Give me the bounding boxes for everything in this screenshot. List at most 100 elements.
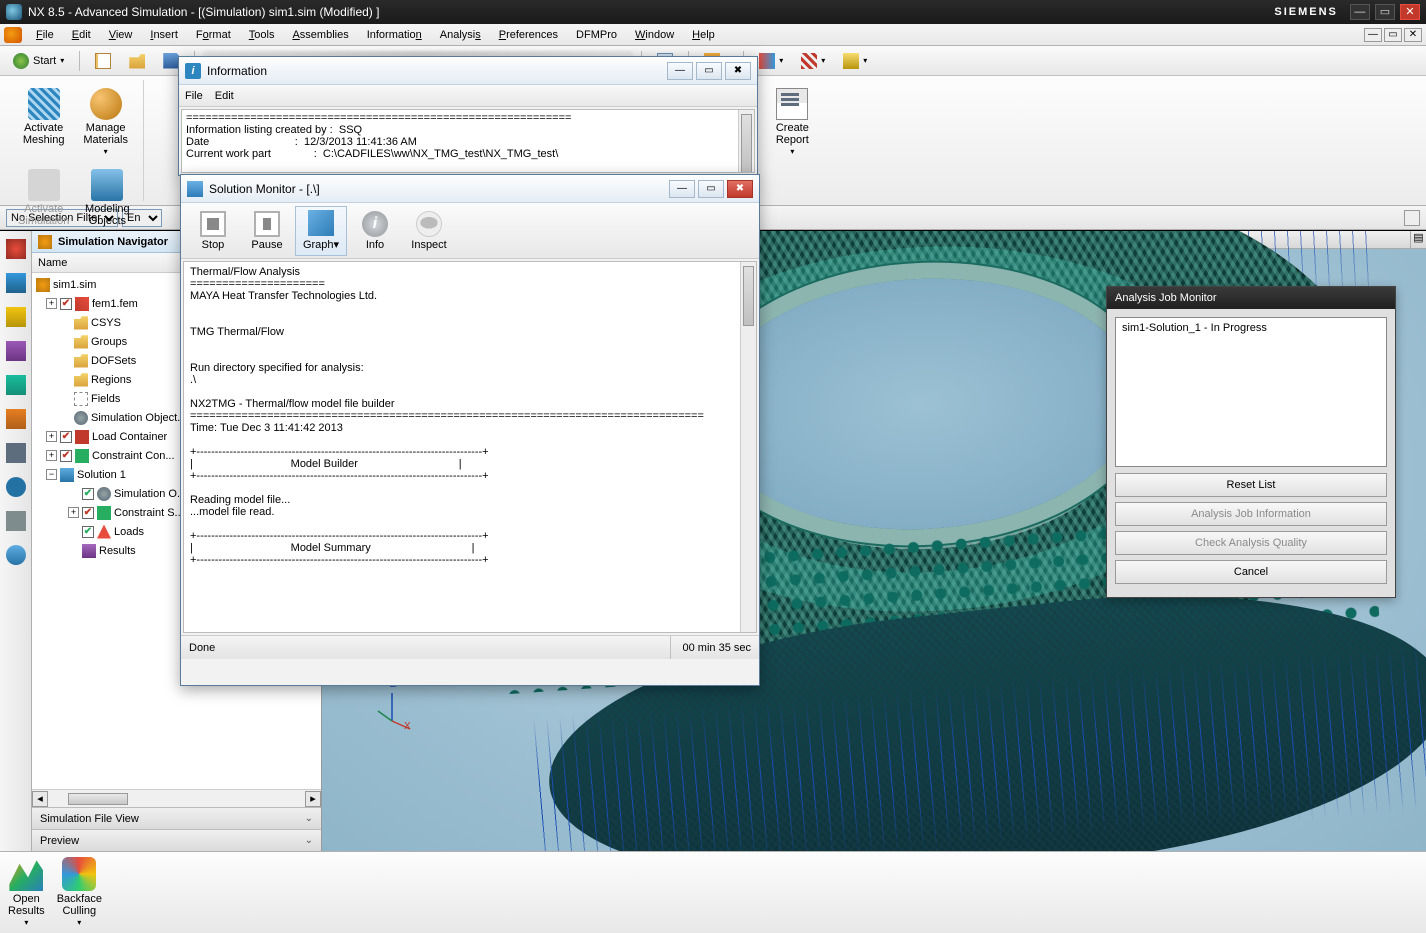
- open-button[interactable]: [122, 50, 152, 72]
- window-close-button[interactable]: ✕: [1400, 4, 1420, 20]
- information-window[interactable]: i Information — ▭ ✖ File Edit ==========…: [178, 56, 758, 176]
- measure-icon: [801, 53, 817, 69]
- status-left: Done: [189, 642, 215, 654]
- info-vscrollbar[interactable]: [738, 110, 754, 172]
- menu-help[interactable]: Help: [684, 27, 723, 43]
- navigator-title: Simulation Navigator: [58, 236, 168, 248]
- solmon-minimize-button[interactable]: —: [669, 180, 695, 198]
- status-elapsed-time: 00 min 35 sec: [670, 636, 751, 659]
- resource-icon-4[interactable]: [6, 341, 26, 361]
- mdi-restore-button[interactable]: ▭: [1384, 28, 1402, 42]
- start-menu-button[interactable]: Start▾: [6, 50, 71, 72]
- canvas-options-icon[interactable]: [1404, 210, 1420, 226]
- solution-monitor-window[interactable]: Solution Monitor - [.\] — ▭ ✖ Stop Pause…: [180, 174, 760, 686]
- titlebar: NX 8.5 - Advanced Simulation - [(Simulat…: [0, 0, 1426, 24]
- menu-format[interactable]: Format: [188, 27, 239, 43]
- navigator-icon: [38, 235, 52, 249]
- pause-icon: [254, 211, 280, 237]
- resource-icon-8[interactable]: [6, 477, 26, 497]
- nx-app-icon: [6, 4, 22, 20]
- start-icon: [13, 53, 29, 69]
- materials-icon: [90, 88, 122, 120]
- open-results-button[interactable]: Open Results ▾: [8, 857, 45, 928]
- solution-monitor-toolbar: Stop Pause Graph▾ Info Inspect: [181, 203, 759, 259]
- solution-monitor-title: Solution Monitor - [.\]: [209, 182, 663, 196]
- info-minimize-button[interactable]: —: [667, 62, 693, 80]
- dimension-icon: [843, 53, 859, 69]
- ajm-job-list[interactable]: sim1-Solution_1 - In Progress: [1115, 317, 1387, 467]
- menu-edit[interactable]: Edit: [64, 27, 99, 43]
- column-name-header[interactable]: Name: [38, 257, 67, 269]
- resource-icon-7[interactable]: [6, 443, 26, 463]
- menubar: FFileile Edit View Insert Format Tools A…: [0, 24, 1426, 46]
- menu-tools[interactable]: Tools: [241, 27, 283, 43]
- information-window-title: Information: [207, 64, 661, 78]
- info-icon: i: [185, 63, 201, 79]
- menu-analysis[interactable]: Analysis: [432, 27, 489, 43]
- resource-icon-10[interactable]: [6, 545, 26, 565]
- analysis-job-monitor-panel[interactable]: Analysis Job Monitor sim1-Solution_1 - I…: [1106, 286, 1396, 598]
- mdi-close-button[interactable]: ✕: [1404, 28, 1422, 42]
- activate-meshing-button[interactable]: Activate Meshing: [16, 84, 72, 161]
- tool-btn-d[interactable]: ▾: [794, 50, 832, 72]
- check-analysis-quality-button: Check Analysis Quality: [1115, 531, 1387, 555]
- window-maximize-button[interactable]: ▭: [1375, 4, 1395, 20]
- solmon-vscrollbar[interactable]: [740, 262, 756, 632]
- graph-button[interactable]: Graph▾: [295, 206, 347, 256]
- report-icon: [776, 88, 808, 120]
- resource-icon-2[interactable]: [6, 273, 26, 293]
- tool-btn-e[interactable]: ▾: [836, 50, 874, 72]
- info-close-button[interactable]: ✖: [725, 62, 751, 80]
- menu-window[interactable]: Window: [627, 27, 682, 43]
- mdi-minimize-button[interactable]: —: [1364, 28, 1382, 42]
- backface-culling-icon: [62, 857, 96, 891]
- solution-monitor-icon: [187, 181, 203, 197]
- accordion-preview[interactable]: Preview⌄: [32, 829, 321, 851]
- eye-icon: [416, 211, 442, 237]
- manage-materials-button[interactable]: Manage Materials ▾: [78, 84, 134, 161]
- graph-icon: [308, 210, 334, 236]
- pause-button[interactable]: Pause: [241, 206, 293, 256]
- menu-assemblies[interactable]: Assemblies: [284, 27, 356, 43]
- stop-button[interactable]: Stop: [187, 206, 239, 256]
- solution-monitor-log[interactable]: Thermal/Flow Analysis ==================…: [183, 261, 757, 633]
- resource-icon-5[interactable]: [6, 375, 26, 395]
- navigator-hscroll[interactable]: ◂▸: [32, 789, 321, 807]
- resource-icon-3[interactable]: [6, 307, 26, 327]
- axis-icon: [759, 53, 775, 69]
- accordion-sim-file-view[interactable]: Simulation File View⌄: [32, 807, 321, 829]
- information-text-area[interactable]: ========================================…: [181, 109, 755, 173]
- bottom-toolbar: Open Results ▾ Backface Culling ▾: [0, 851, 1426, 933]
- save-icon: [163, 53, 179, 69]
- create-report-button[interactable]: Create Report ▾: [764, 84, 820, 161]
- info-maximize-button[interactable]: ▭: [696, 62, 722, 80]
- menu-preferences[interactable]: Preferences: [491, 27, 566, 43]
- new-file-icon: [95, 53, 111, 69]
- menu-view[interactable]: View: [101, 27, 141, 43]
- inspect-button[interactable]: Inspect: [403, 206, 455, 256]
- open-folder-icon: [129, 53, 145, 69]
- info-menu-edit[interactable]: Edit: [215, 90, 234, 102]
- menu-information[interactable]: Information: [359, 27, 430, 43]
- chevron-down-icon: ⌄: [305, 813, 313, 824]
- backface-culling-button[interactable]: Backface Culling ▾: [57, 857, 102, 928]
- resource-icon-6[interactable]: [6, 409, 26, 429]
- resource-icon-1[interactable]: [6, 239, 26, 259]
- solmon-close-button[interactable]: ✖: [727, 180, 753, 198]
- cancel-button[interactable]: Cancel: [1115, 560, 1387, 584]
- new-button[interactable]: [88, 50, 118, 72]
- resource-icon-9[interactable]: [6, 511, 26, 531]
- app-menu-icon[interactable]: [4, 27, 22, 43]
- info-button[interactable]: Info: [349, 206, 401, 256]
- results-chart-icon: [9, 857, 43, 891]
- info-menu-file[interactable]: File: [185, 90, 203, 102]
- reset-list-button[interactable]: Reset List: [1115, 473, 1387, 497]
- simulation-icon: [28, 169, 60, 201]
- window-minimize-button[interactable]: —: [1350, 4, 1370, 20]
- ajm-job-entry[interactable]: sim1-Solution_1 - In Progress: [1122, 322, 1380, 334]
- menu-file[interactable]: FFileile: [28, 27, 62, 43]
- canvas-pin-icon[interactable]: ▤: [1410, 231, 1426, 248]
- menu-dfmpro[interactable]: DFMPro: [568, 27, 625, 43]
- solmon-maximize-button[interactable]: ▭: [698, 180, 724, 198]
- menu-insert[interactable]: Insert: [142, 27, 186, 43]
